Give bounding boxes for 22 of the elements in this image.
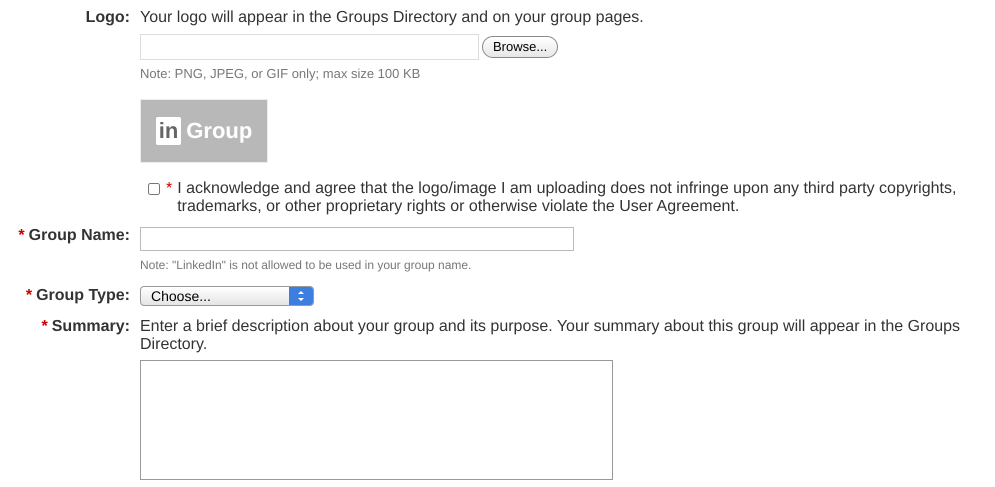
logo-description: Your logo will appear in the Groups Directory and on your group pages. xyxy=(140,9,644,27)
required-mark: * xyxy=(18,227,25,244)
field-label: Group Type: xyxy=(36,287,130,304)
logo-badge: in xyxy=(156,117,182,145)
summary-field[interactable] xyxy=(140,360,613,480)
required-mark: * xyxy=(166,180,172,199)
summary-description: Enter a brief description about your group and its purpose. Your summary about this group will appear in the Groups Directory. xyxy=(140,318,962,354)
field-label: Summary: xyxy=(52,318,130,335)
file-note: Note: PNG, JPEG, or GIF only; max size 100 KB xyxy=(140,65,422,83)
group-type-dropdown[interactable]: Choose... xyxy=(140,286,314,306)
file-path-field[interactable] xyxy=(140,34,479,60)
field-label: Group Name: xyxy=(28,227,130,244)
dropdown-arrows-icon xyxy=(289,287,313,305)
agreement-checkbox[interactable] xyxy=(148,183,160,195)
logo-text: Group xyxy=(186,117,252,145)
agreement-text: I acknowledge and agree that the logo/image I am uploading does not infringe upon any third party copyrights, trademarks, or other proprietary rights or otherwise violate the User Agreement. xyxy=(177,180,958,216)
group-name-note: Note: "LinkedIn" is not allowed to be used in your group name. xyxy=(140,257,472,274)
group-name-field[interactable] xyxy=(140,227,574,251)
required-mark: * xyxy=(26,287,32,304)
browse-button[interactable]: Browse... xyxy=(482,36,558,58)
required-mark: * xyxy=(42,318,48,335)
field-label: Logo: xyxy=(86,9,130,26)
